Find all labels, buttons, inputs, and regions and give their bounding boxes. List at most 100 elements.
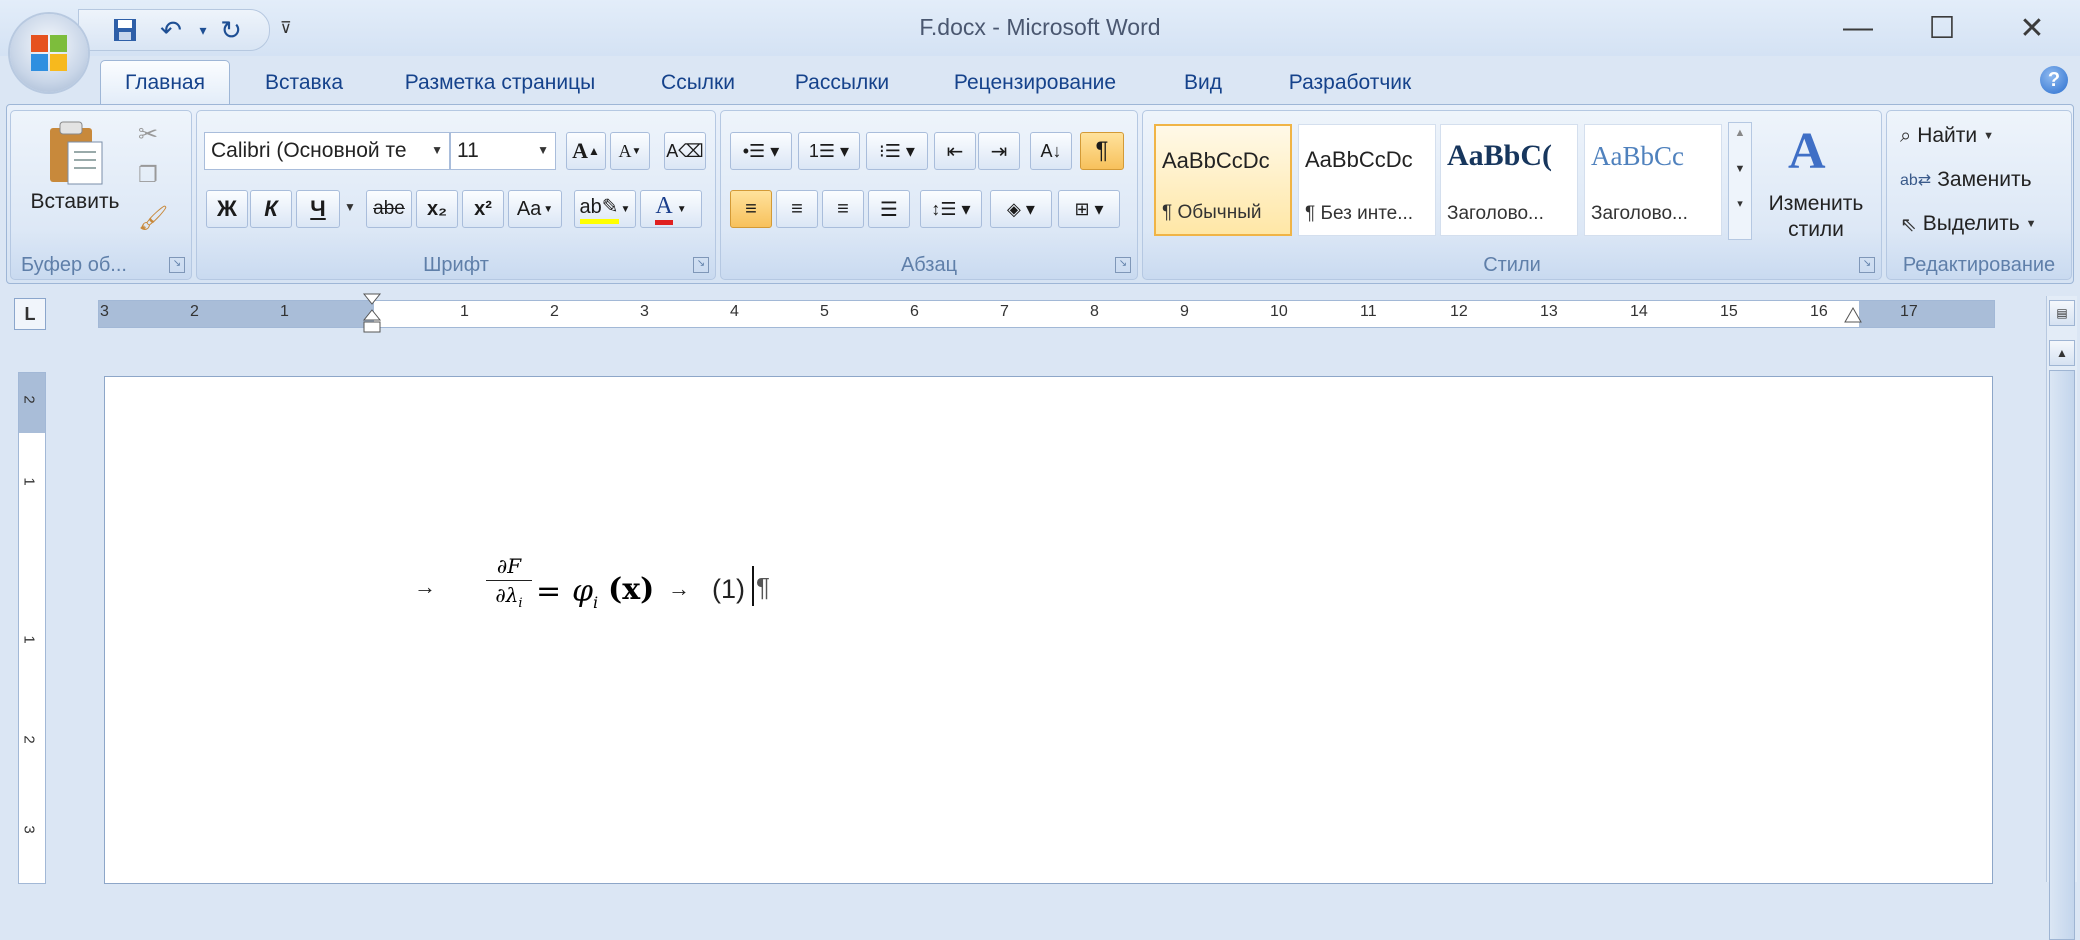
- tab-developer[interactable]: Разработчик: [1270, 66, 1430, 100]
- borders-icon: ⊞ ▾: [1074, 198, 1104, 219]
- chevron-down-icon[interactable]: ▼: [537, 143, 549, 157]
- align-center-button[interactable]: ≡: [776, 190, 818, 228]
- tab-review[interactable]: Рецензирование: [938, 66, 1132, 100]
- equation-number: (1): [712, 574, 745, 604]
- group-label-clipboard: Буфер об...: [21, 254, 127, 276]
- equation-phi: φi: [572, 574, 598, 612]
- tab-arrow-icon: →: [414, 574, 436, 599]
- justify-button[interactable]: ☰: [868, 190, 910, 228]
- chevron-down-icon: ▼: [2025, 218, 2037, 230]
- copy-icon[interactable]: ❐: [138, 162, 158, 188]
- clear-formatting-button[interactable]: A⌫: [664, 132, 706, 170]
- dialog-launcher-icon[interactable]: ↘: [693, 257, 709, 273]
- style-no-spacing[interactable]: AaBbCcDc ¶ Без инте...: [1298, 124, 1436, 236]
- ruler-margin-right: [1859, 301, 1994, 327]
- align-left-button[interactable]: ≡: [730, 190, 772, 228]
- align-right-icon: ≡: [837, 197, 849, 220]
- replace-button[interactable]: ab⇄ Заменить: [1900, 164, 2032, 196]
- strikethrough-button[interactable]: abe: [366, 190, 412, 228]
- vertical-scrollbar[interactable]: ▤ ▲: [2046, 296, 2077, 940]
- vertical-ruler[interactable]: 2 1 1 2 3: [18, 372, 46, 884]
- right-indent-marker-icon[interactable]: [1844, 306, 1862, 326]
- minimize-icon[interactable]: —: [1830, 8, 1886, 48]
- ruler-number: 3: [640, 303, 649, 320]
- close-icon[interactable]: ✕: [2004, 8, 2060, 48]
- paste-button[interactable]: Вставить: [30, 118, 120, 222]
- line-spacing-button[interactable]: ↕☰ ▾: [920, 190, 982, 228]
- borders-button[interactable]: ⊞ ▾: [1058, 190, 1120, 228]
- font-color-icon: A: [655, 193, 673, 225]
- underline-button[interactable]: Ч: [296, 190, 340, 228]
- show-formatting-button[interactable]: ¶: [1080, 132, 1124, 170]
- view-ruler-icon[interactable]: ▤: [2049, 300, 2075, 326]
- chevron-down-icon[interactable]: ▼: [1729, 163, 1751, 175]
- tab-selector[interactable]: L: [14, 298, 46, 330]
- chevron-down-icon: ▼: [676, 203, 687, 215]
- select-button[interactable]: ⇖ Выделить ▼: [1900, 208, 2037, 240]
- align-right-button[interactable]: ≡: [822, 190, 864, 228]
- tab-home[interactable]: Главная: [100, 60, 230, 105]
- font-name-combo[interactable]: Calibri (Основной те ▼: [204, 132, 450, 170]
- more-icon[interactable]: ▾: [1729, 197, 1751, 210]
- chevron-down-icon[interactable]: ▼: [431, 143, 443, 157]
- font-size-combo[interactable]: 11 ▼: [450, 132, 556, 170]
- align-left-icon: ≡: [745, 197, 757, 220]
- format-painter-icon[interactable]: 🖌: [138, 204, 168, 233]
- style-name: ¶ Обычный: [1162, 202, 1262, 223]
- shading-button[interactable]: ◈ ▾: [990, 190, 1052, 228]
- phi-subscript: i: [593, 593, 599, 612]
- change-styles-button[interactable]: A Изменить стили: [1758, 118, 1874, 248]
- ruler-margin-left: [99, 301, 374, 327]
- italic-button[interactable]: К: [250, 190, 292, 228]
- style-normal[interactable]: AaBbCcDc ¶ Обычный: [1154, 124, 1292, 236]
- ruler-number: 9: [1180, 303, 1189, 320]
- dialog-launcher-icon[interactable]: ↘: [169, 257, 185, 273]
- bullets-button[interactable]: •☰ ▾: [730, 132, 792, 170]
- font-color-button[interactable]: A ▼: [640, 190, 702, 228]
- document-page[interactable]: [104, 376, 1993, 884]
- dialog-launcher-icon[interactable]: ↘: [1115, 257, 1131, 273]
- style-sample: AaBbCcDc: [1305, 147, 1413, 172]
- ruler-number: 17: [1900, 303, 1918, 320]
- shrink-font-button[interactable]: A ▼: [610, 132, 650, 170]
- chevron-up-icon[interactable]: ▲: [1729, 127, 1751, 139]
- replace-label: Заменить: [1937, 168, 2032, 191]
- ruler-number: 16: [1810, 303, 1828, 320]
- chevron-up-icon[interactable]: ▲: [2049, 340, 2075, 366]
- maximize-icon[interactable]: ☐: [1914, 8, 1970, 48]
- grow-font-button[interactable]: A ▲: [566, 132, 606, 170]
- styles-gallery-scroll[interactable]: ▲ ▼ ▾: [1728, 122, 1752, 240]
- tab-insert[interactable]: Вставка: [252, 66, 356, 100]
- tab-mailings[interactable]: Рассылки: [780, 66, 904, 100]
- indent-marker-icon[interactable]: [362, 292, 382, 334]
- dialog-launcher-icon[interactable]: ↘: [1859, 257, 1875, 273]
- bold-button[interactable]: Ж: [206, 190, 248, 228]
- sort-icon: A↓: [1040, 140, 1062, 161]
- highlight-button[interactable]: ab✎ ▼: [574, 190, 636, 228]
- office-button[interactable]: [10, 14, 88, 92]
- numbering-button[interactable]: 1☰ ▾: [798, 132, 860, 170]
- group-label-font: Шрифт: [423, 254, 489, 276]
- find-button[interactable]: ⌕ Найти ▼: [1900, 120, 1994, 152]
- decrease-indent-button[interactable]: ⇤: [934, 132, 976, 170]
- change-case-button[interactable]: Aa ▼: [508, 190, 562, 228]
- style-heading-1[interactable]: AaBbC( Заголово...: [1440, 124, 1578, 236]
- chevron-down-icon[interactable]: ▼: [344, 200, 356, 214]
- help-icon[interactable]: ?: [2040, 66, 2068, 94]
- ruler-number: 2: [20, 735, 38, 744]
- scroll-thumb[interactable]: [2049, 370, 2075, 940]
- tab-view[interactable]: Вид: [1164, 66, 1242, 100]
- tab-page-layout[interactable]: Разметка страницы: [386, 66, 614, 100]
- horizontal-ruler[interactable]: 3 2 1 1 2 3 4 5 6 7 8 9 10 11 12 13 14 15 16 17: [98, 300, 1995, 328]
- multilevel-list-button[interactable]: ⁝☰ ▾: [866, 132, 928, 170]
- tab-references[interactable]: Ссылки: [646, 66, 750, 100]
- style-name: Заголово...: [1447, 203, 1544, 224]
- sort-button[interactable]: A↓: [1030, 132, 1072, 170]
- style-heading-2[interactable]: AaBbCc Заголово...: [1584, 124, 1722, 236]
- subscript-button[interactable]: x₂: [416, 190, 458, 228]
- ruler-number: 5: [820, 303, 829, 320]
- equation-fraction[interactable]: ∂F ∂λi: [486, 554, 532, 611]
- cut-icon[interactable]: ✂: [138, 120, 158, 149]
- superscript-button[interactable]: x²: [462, 190, 504, 228]
- increase-indent-button[interactable]: ⇥: [978, 132, 1020, 170]
